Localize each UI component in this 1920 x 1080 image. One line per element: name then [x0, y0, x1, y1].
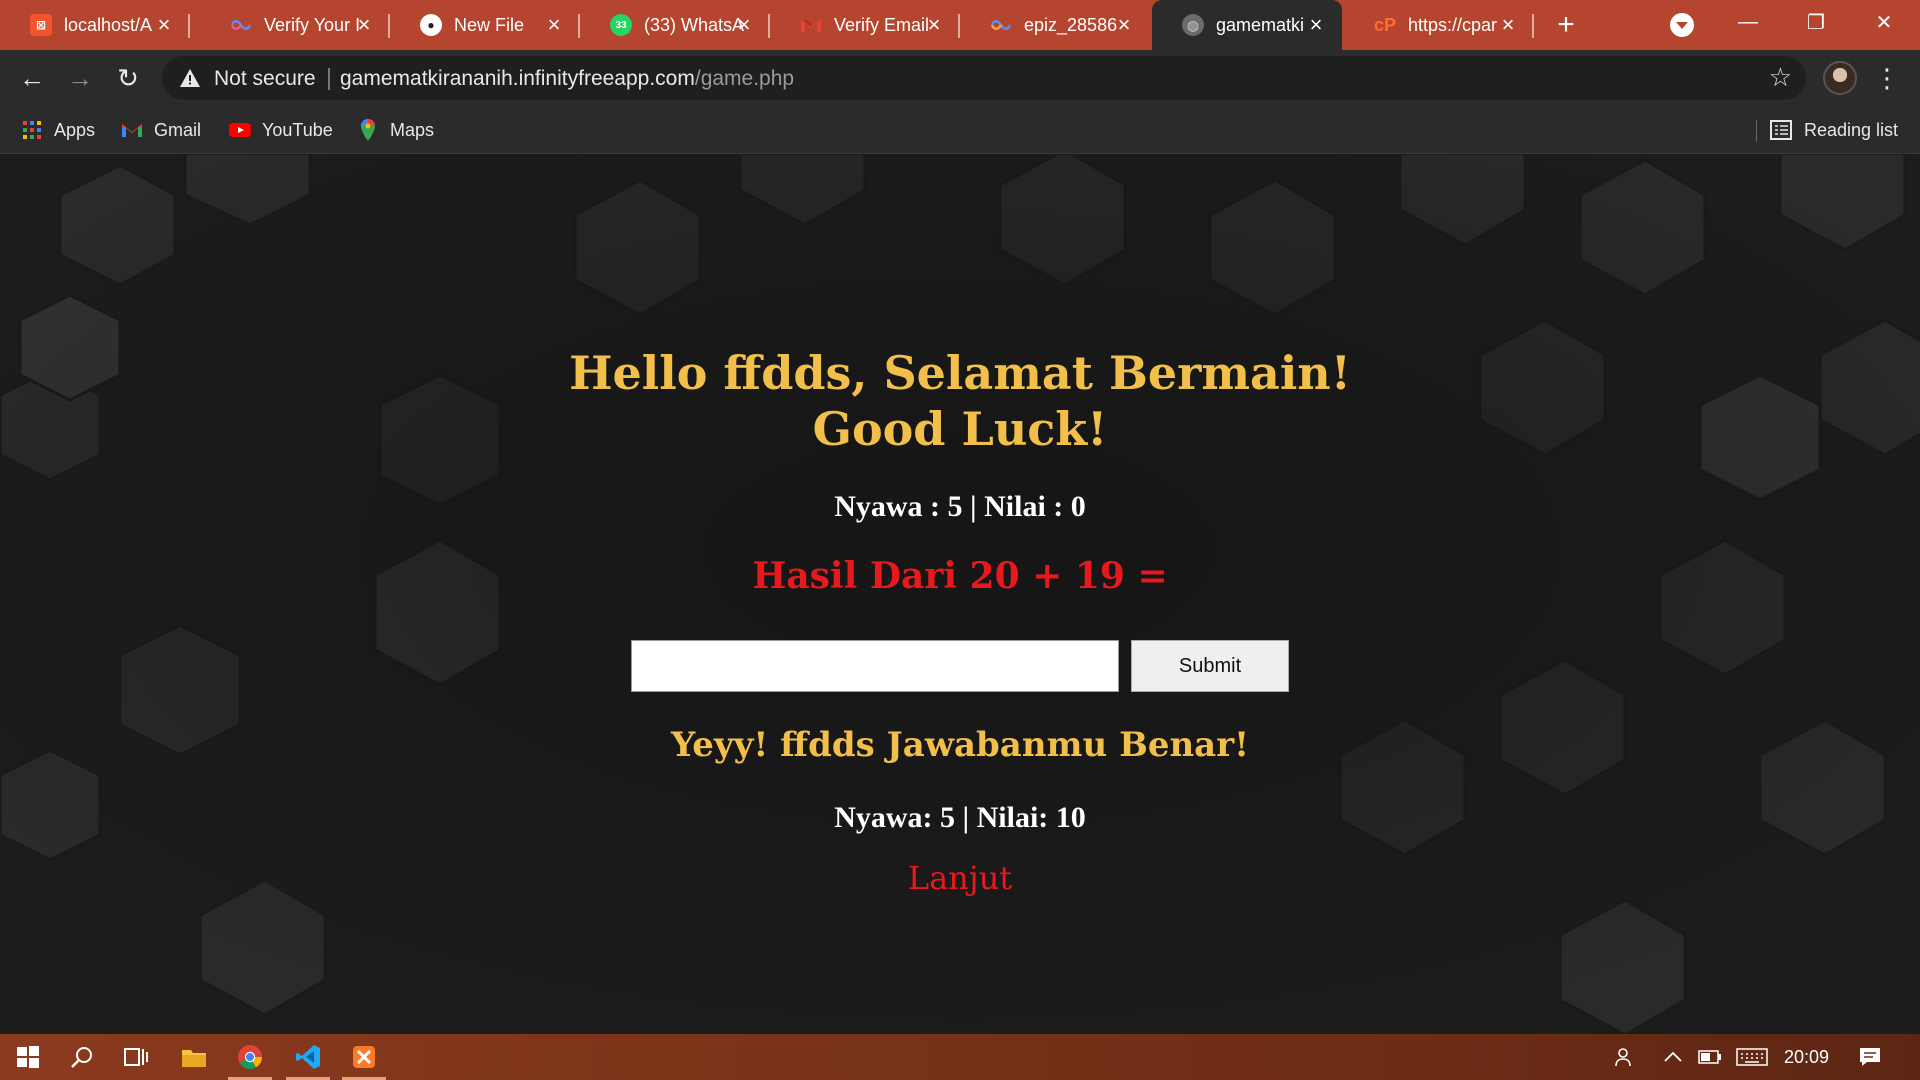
tab-epiz[interactable]: epiz_28586 × [960, 0, 1150, 50]
bookmark-maps[interactable]: Maps [356, 116, 434, 144]
windows-taskbar: 20:09 [0, 1034, 1920, 1080]
chrome-icon[interactable] [222, 1034, 278, 1080]
url-text[interactable]: gamematkirananih.infinityfreeapp.com/gam… [340, 67, 794, 91]
submit-button[interactable]: Submit [1131, 640, 1289, 692]
minimize-icon[interactable]: — [1714, 0, 1782, 44]
infinity-icon [990, 14, 1012, 36]
whatsapp-icon: 33 [610, 14, 632, 36]
bookmark-label: Gmail [154, 119, 202, 140]
globe-icon: ◍ [1182, 14, 1204, 36]
infinity-icon [230, 14, 252, 36]
tab-verify-email[interactable]: Verify Email × [770, 0, 960, 50]
greeting-line: Hello ffdds, Selamat Bermain! [569, 346, 1351, 400]
profile-avatar[interactable] [1823, 61, 1857, 95]
github-icon: ● [420, 14, 442, 36]
address-divider [328, 68, 330, 90]
bookmarks-bar: Apps Gmail YouTube Maps Reading list [0, 106, 1920, 154]
tab-verify-your[interactable]: Verify Your I × [200, 0, 390, 50]
warning-icon[interactable] [178, 66, 202, 90]
restore-icon[interactable]: ❐ [1782, 0, 1850, 44]
bookmark-youtube[interactable]: YouTube [228, 116, 333, 144]
reading-list-label: Reading list [1804, 119, 1899, 140]
windows-start-icon[interactable] [0, 1034, 56, 1080]
more-menu-icon[interactable]: ⋮ [1872, 62, 1902, 94]
show-hidden-icons-chevron-icon[interactable] [1664, 1034, 1682, 1080]
gmail-icon [800, 14, 822, 36]
close-tab-icon[interactable]: × [1112, 12, 1136, 37]
next-link[interactable]: Lanjut [860, 859, 1060, 897]
bookmark-apps[interactable]: Apps [20, 116, 95, 144]
maps-icon [356, 119, 380, 141]
bookmark-gmail[interactable]: Gmail [120, 116, 201, 144]
xampp-icon: ⊠ [30, 14, 52, 36]
reading-list-icon [1770, 120, 1792, 140]
notifications-icon[interactable] [1858, 1034, 1882, 1080]
close-window-icon[interactable]: ✕ [1850, 0, 1918, 44]
apps-grid-icon [20, 119, 44, 141]
math-question: Hasil Dari 20 + 19 = [752, 555, 1168, 597]
url-host: gamematkirananih.infinityfreeapp.com [340, 67, 695, 90]
good-luck-line: Good Luck! [812, 402, 1108, 456]
answer-input[interactable] [631, 640, 1119, 692]
bookmark-star-icon[interactable]: ☆ [1769, 62, 1792, 93]
people-icon[interactable] [1614, 1034, 1636, 1080]
bookmark-label: YouTube [262, 119, 333, 140]
address-bar[interactable]: Not secure gamematkirananih.infinityfree… [162, 56, 1806, 100]
forward-arrow-icon[interactable]: → [64, 62, 96, 94]
vscode-icon[interactable] [280, 1034, 336, 1080]
close-tab-icon[interactable]: × [352, 12, 376, 37]
tab-separator [188, 14, 190, 38]
tab-localhost[interactable]: ⊠ localhost/A × [0, 0, 190, 50]
new-tab-button[interactable]: + [1549, 8, 1583, 42]
xampp-icon[interactable] [336, 1034, 392, 1080]
browser-tab-strip: ⊠ localhost/A × Verify Your I × ● New Fi… [0, 0, 1920, 50]
tab-gamematkira[interactable]: ◍ gamematki × [1152, 0, 1342, 50]
battery-icon[interactable] [1698, 1034, 1722, 1080]
close-tab-icon[interactable]: × [1496, 12, 1520, 37]
reload-icon[interactable]: ↻ [112, 62, 144, 94]
close-tab-icon[interactable]: × [1304, 12, 1328, 37]
result-message: Yeyy! ffdds Jawabanmu Benar! [670, 725, 1250, 765]
close-tab-icon[interactable]: × [152, 12, 176, 37]
close-tab-icon[interactable]: × [732, 12, 756, 37]
bookmarks-divider [1756, 120, 1757, 142]
cpanel-icon: cP [1373, 14, 1397, 35]
keyboard-icon[interactable] [1736, 1034, 1768, 1080]
tab-whatsapp[interactable]: 33 (33) WhatsA × [580, 0, 770, 50]
tab-cpanel[interactable]: cP https://cpar × [1344, 0, 1534, 50]
browser-toolbar: ← → ↻ Not secure gamematkirananih.infini… [0, 50, 1920, 106]
task-view-icon[interactable] [108, 1034, 164, 1080]
reading-list-button[interactable]: Reading list [1770, 116, 1898, 144]
page-title: Hello ffdds, Selamat Bermain! Good Luck! [560, 345, 1360, 457]
back-arrow-icon[interactable]: ← [16, 62, 48, 94]
security-label[interactable]: Not secure [214, 67, 316, 91]
score-status-before: Nyawa : 5 | Nilai : 0 [834, 490, 1086, 523]
page-viewport: Hello ffdds, Selamat Bermain! Good Luck!… [0, 155, 1920, 1034]
bookmark-label: Apps [54, 119, 96, 140]
url-path: /game.php [694, 67, 795, 90]
close-tab-icon[interactable]: × [542, 12, 566, 37]
tab-new-file[interactable]: ● New File × [390, 0, 580, 50]
bookmark-label: Maps [390, 119, 435, 140]
gmail-icon [120, 119, 144, 141]
search-icon[interactable] [54, 1034, 110, 1080]
score-status-after: Nyawa: 5 | Nilai: 10 [834, 801, 1086, 834]
youtube-icon [228, 119, 252, 141]
tab-separator [1532, 14, 1534, 38]
clock[interactable]: 20:09 [1784, 1034, 1829, 1080]
tab-search-dropdown-icon[interactable] [1670, 13, 1694, 37]
close-tab-icon[interactable]: × [922, 12, 946, 37]
file-explorer-icon[interactable] [166, 1034, 222, 1080]
